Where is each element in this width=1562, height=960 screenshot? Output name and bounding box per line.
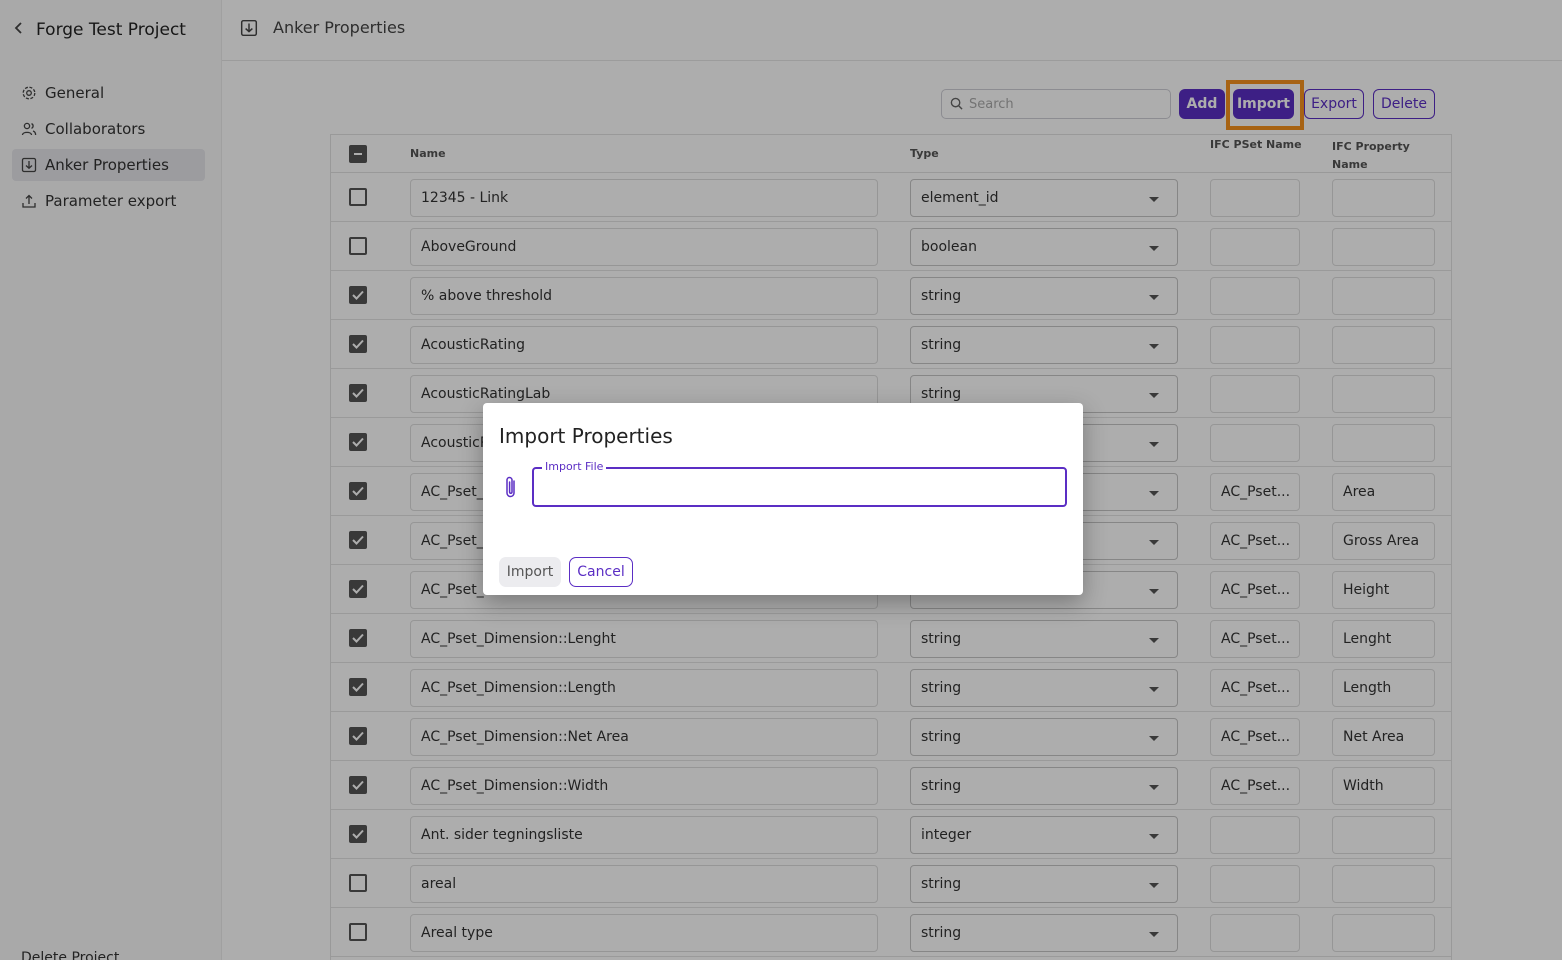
import-properties-dialog: Import Properties Import File Import Can… <box>483 403 1083 595</box>
dialog-title: Import Properties <box>499 424 673 448</box>
import-file-input[interactable] <box>544 477 1054 493</box>
import-file-label: Import File <box>542 460 607 473</box>
dialog-cancel-button[interactable]: Cancel <box>569 557 633 587</box>
import-file-field[interactable]: Import File <box>532 460 1067 507</box>
paperclip-icon[interactable] <box>502 475 520 501</box>
dialog-import-button[interactable]: Import <box>499 557 561 587</box>
